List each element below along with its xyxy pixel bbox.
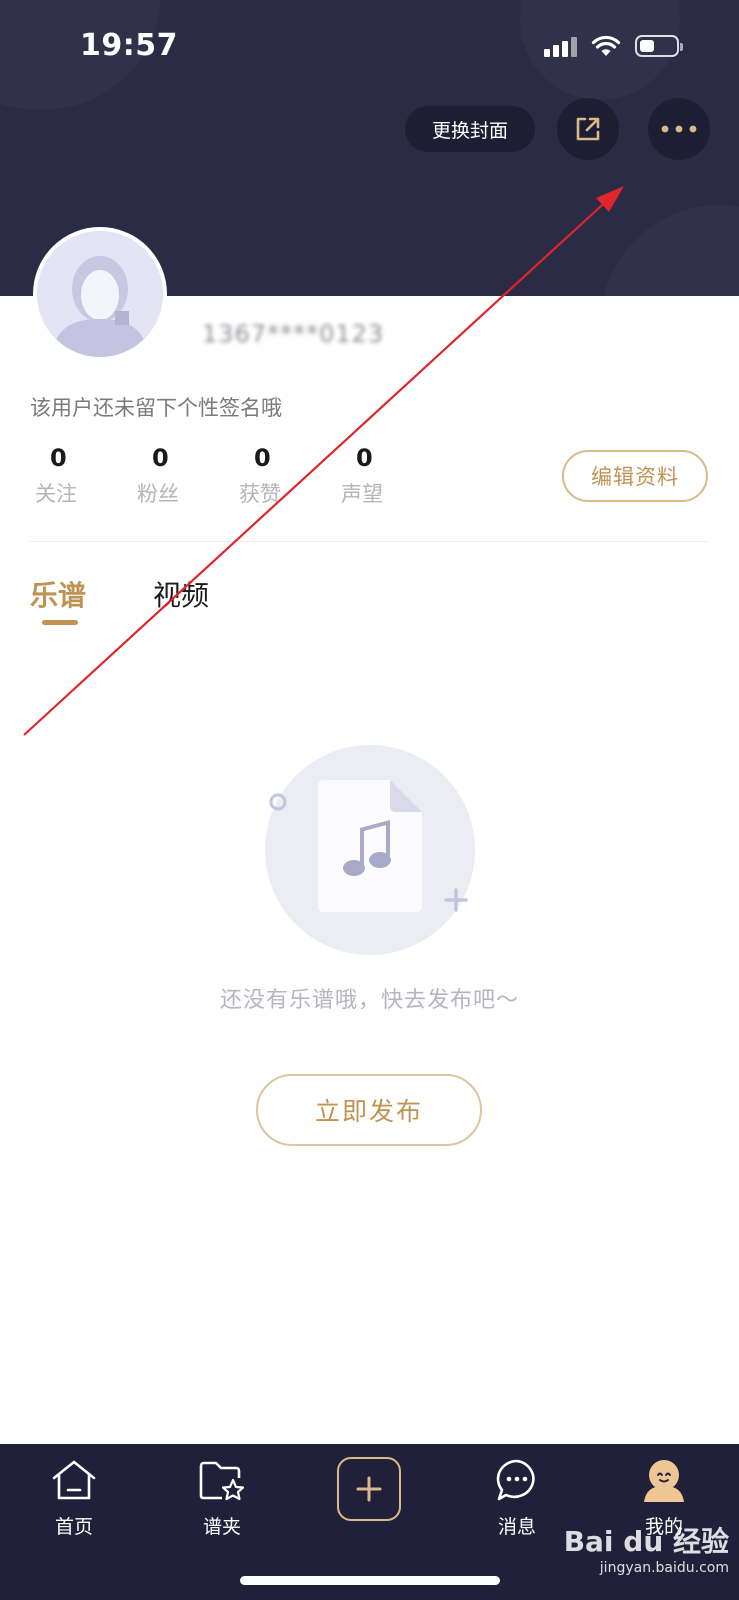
add-icon <box>356 1476 382 1502</box>
share-button[interactable] <box>557 98 619 160</box>
watermark-brand: Bai du 经验 <box>563 1525 729 1558</box>
change-cover-button[interactable]: 更换封面 <box>405 106 535 152</box>
stat-followers[interactable]: 0 粉丝 <box>132 444 234 508</box>
stat-value: 0 <box>254 444 271 472</box>
nav-folder[interactable]: 谱夹 <box>172 1454 272 1539</box>
nav-label: 谱夹 <box>202 1516 241 1538</box>
divider <box>30 541 709 542</box>
stat-label: 粉丝 <box>137 482 179 506</box>
more-button[interactable] <box>648 98 710 160</box>
avatar-placeholder-icon <box>37 231 163 357</box>
avatar[interactable] <box>33 227 167 361</box>
status-icons <box>544 34 683 58</box>
empty-state-message: 还没有乐谱哦，快去发布吧～ <box>219 988 519 1013</box>
battery-icon <box>635 35 683 57</box>
home-icon <box>52 1460 96 1500</box>
profile-icon <box>644 1460 684 1502</box>
stat-label: 关注 <box>35 482 77 506</box>
tab-scores[interactable]: 乐谱 <box>30 574 86 614</box>
nav-label: 首页 <box>54 1516 93 1538</box>
edit-profile-button[interactable]: 编辑资料 <box>562 450 708 502</box>
nav-add-button[interactable] <box>337 1457 401 1521</box>
active-tab-indicator <box>42 620 78 625</box>
watermark-url: jingyan.baidu.com <box>599 1560 729 1576</box>
folder-star-icon <box>199 1461 245 1501</box>
stat-value: 0 <box>152 444 169 472</box>
more-dots-icon <box>661 125 697 133</box>
nav-messages[interactable]: 消息 <box>467 1454 567 1539</box>
cellular-signal-icon <box>544 35 577 57</box>
status-time: 19:57 <box>80 28 178 63</box>
stat-following[interactable]: 0 关注 <box>30 444 132 508</box>
stat-value: 0 <box>50 444 67 472</box>
stat-value: 0 <box>356 444 373 472</box>
nav-label: 消息 <box>497 1516 536 1538</box>
stat-label: 声望 <box>341 482 383 506</box>
empty-score-illustration <box>265 745 475 955</box>
baidu-jingyan-watermark: Bai du 经验 jingyan.baidu.com <box>564 1520 729 1576</box>
wifi-icon <box>591 35 621 56</box>
nav-home[interactable]: 首页 <box>24 1454 124 1539</box>
share-external-icon <box>576 117 600 141</box>
tab-videos[interactable]: 视频 <box>153 574 209 614</box>
username: 1367****0123 <box>202 320 385 348</box>
stat-likes[interactable]: 0 获赞 <box>234 444 336 508</box>
publish-now-button[interactable]: 立即发布 <box>256 1074 482 1146</box>
profile-stats: 0 关注 0 粉丝 0 获赞 0 声望 <box>30 444 438 508</box>
home-indicator <box>240 1576 500 1585</box>
signature: 该用户还未留下个性签名哦 <box>30 396 282 420</box>
chat-bubble-icon <box>496 1459 535 1501</box>
stat-label: 获赞 <box>239 482 281 506</box>
stat-reputation[interactable]: 0 声望 <box>336 444 438 508</box>
